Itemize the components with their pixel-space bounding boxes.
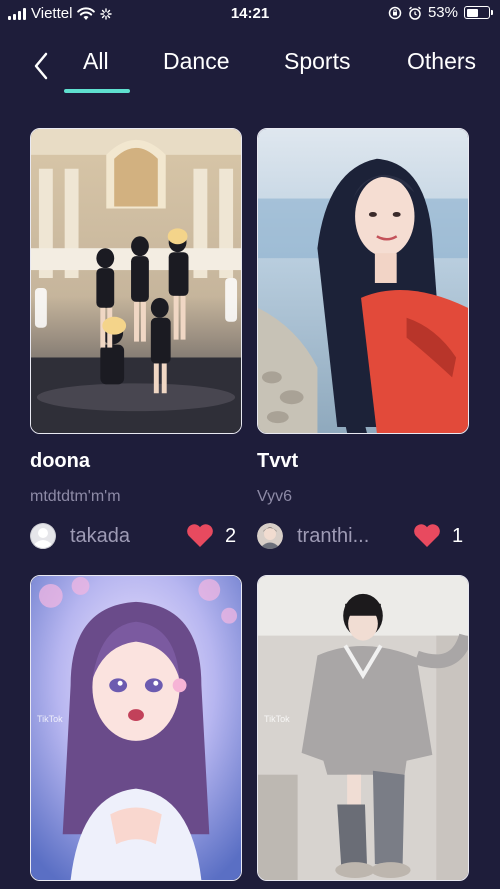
video-description: mtdtdtm'm'm <box>30 488 121 505</box>
user-photo-avatar <box>257 523 283 549</box>
battery-icon <box>464 6 493 19</box>
avatar[interactable] <box>30 523 56 549</box>
category-header: All Dance Sports Others <box>0 36 500 98</box>
avatar[interactable] <box>257 523 283 549</box>
battery-percent: 53% <box>427 4 458 21</box>
tab-sports[interactable]: Sports <box>284 48 350 75</box>
video-thumbnail[interactable] <box>257 128 469 434</box>
back-button[interactable] <box>24 44 60 84</box>
video-meta: tranthi... 1 <box>257 521 469 551</box>
like-button[interactable] <box>413 524 441 553</box>
video-thumbnail[interactable] <box>30 128 242 434</box>
video-card[interactable]: TikTok <box>30 575 242 881</box>
author-name[interactable]: tranthi... <box>297 525 369 548</box>
wifi-icon <box>77 6 96 20</box>
orientation-lock-icon <box>388 6 402 19</box>
signal-icon <box>8 7 26 20</box>
chevron-left-icon <box>34 52 48 80</box>
like-button[interactable] <box>186 524 214 553</box>
tab-all[interactable]: All <box>83 48 109 75</box>
video-thumbnail[interactable]: TikTok <box>257 575 469 881</box>
video-thumbnail[interactable]: TikTok <box>30 575 242 881</box>
video-card[interactable]: Tvvt Vyv6 tranthi... 1 <box>257 128 469 549</box>
carrier-name: Viettel <box>31 5 73 22</box>
girl-in-oversized-hoodie-image <box>258 576 468 880</box>
heart-icon <box>187 524 213 547</box>
tiktok-watermark: TikTok <box>37 714 63 724</box>
tiktok-watermark: TikTok <box>264 714 290 724</box>
status-right: 53% <box>388 4 493 21</box>
girl-by-the-sea-image <box>258 129 468 433</box>
tab-others[interactable]: Others <box>407 48 476 75</box>
like-count: 1 <box>452 525 464 547</box>
video-meta: takada 2 <box>30 521 242 551</box>
anime-girl-portrait-image <box>31 576 241 880</box>
video-card[interactable]: doona mtdtdtm'm'm takada 2 <box>30 128 242 549</box>
tab-dance[interactable]: Dance <box>163 48 229 75</box>
status-bar: Viettel 14:21 53% <box>0 0 500 28</box>
alarm-icon <box>408 6 421 20</box>
status-left: Viettel <box>8 5 113 22</box>
default-avatar-icon <box>30 523 56 549</box>
like-count: 2 <box>225 525 237 547</box>
loading-icon <box>100 7 113 20</box>
battery-level <box>466 8 478 17</box>
video-title: doona <box>30 450 90 472</box>
author-name[interactable]: takada <box>70 525 130 548</box>
heart-icon <box>414 524 440 547</box>
video-title: Tvvt <box>257 450 299 472</box>
girl-group-dance-stage-image <box>31 129 241 433</box>
video-card[interactable]: TikTok <box>257 575 469 881</box>
active-tab-indicator <box>64 89 130 93</box>
video-description: Vyv6 <box>257 488 292 505</box>
